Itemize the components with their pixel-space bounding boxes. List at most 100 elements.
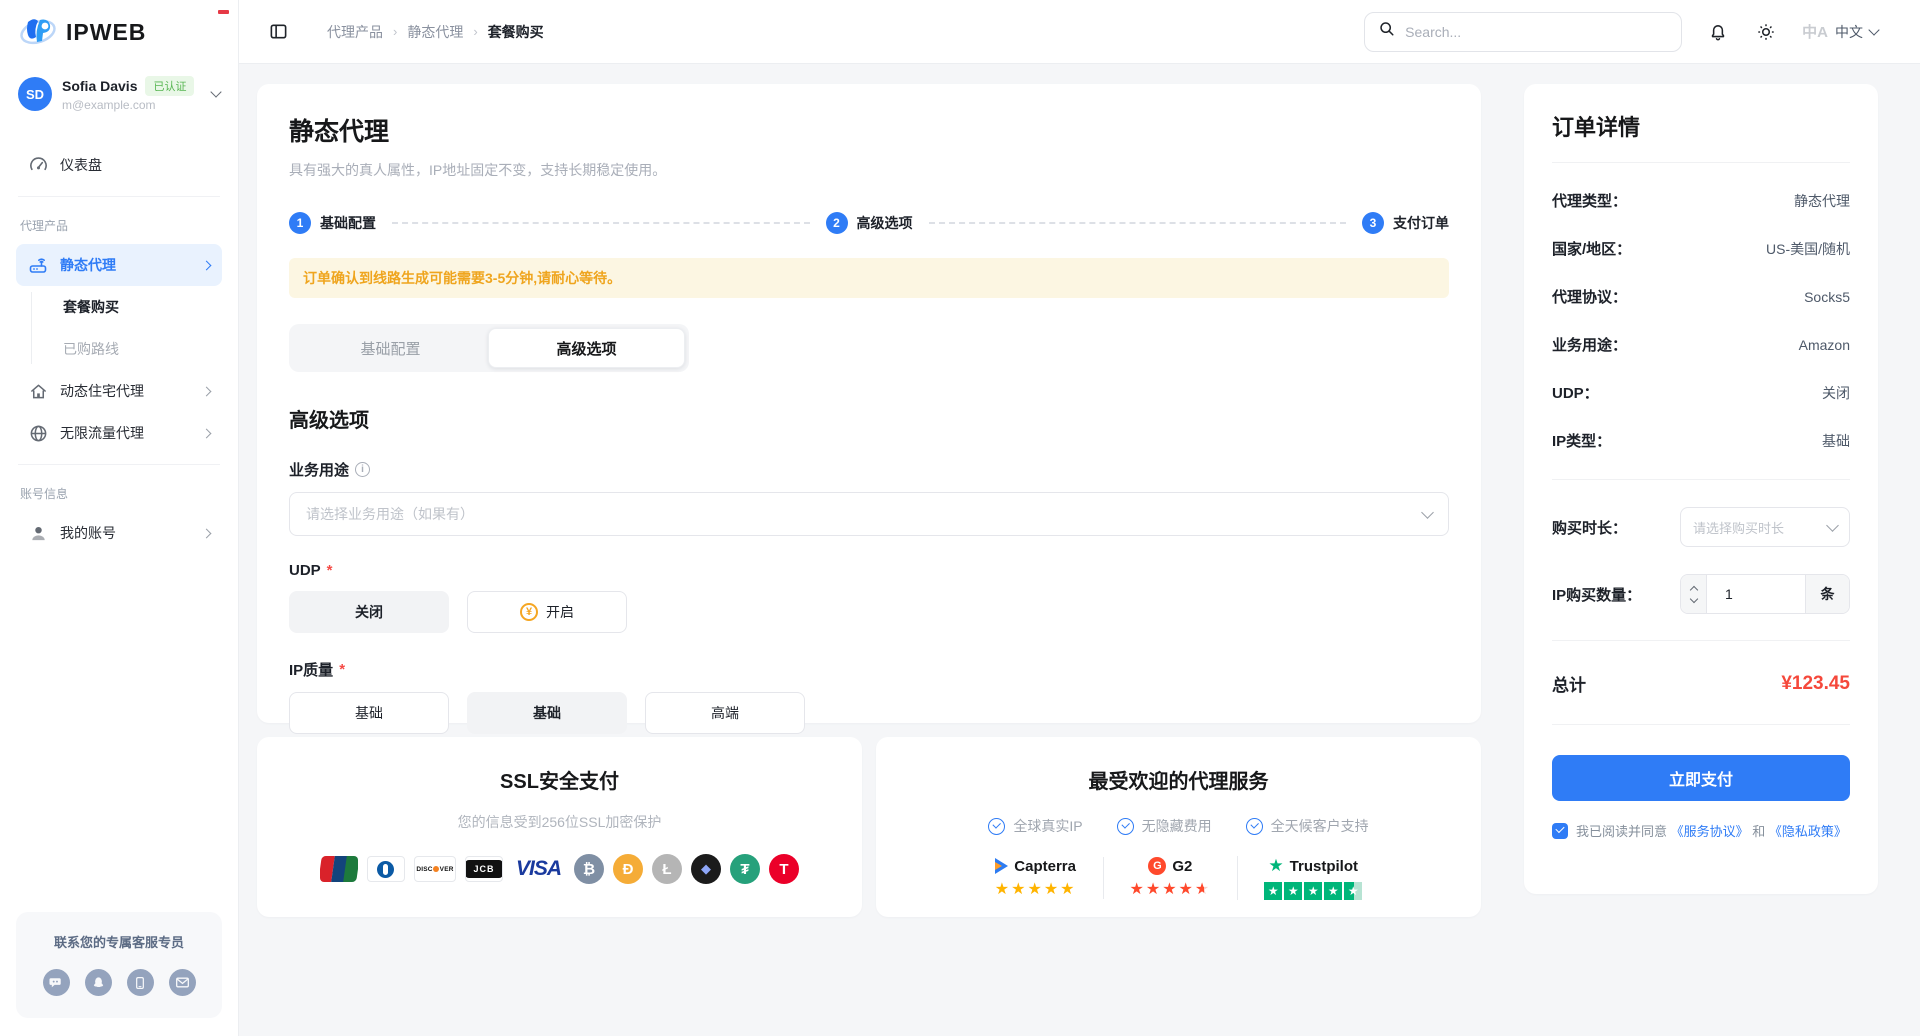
ethereum-icon: ◆ xyxy=(691,854,721,884)
feature-list: 全球真实IP 无隐藏费用 全天候客户支持 xyxy=(876,816,1481,836)
udp-on-button[interactable]: ¥ 开启 xyxy=(467,591,627,633)
trustpilot-icon: ★ xyxy=(1268,856,1283,876)
review-platforms: Capterra ★★★★★ G G2 ★★★★★ xyxy=(876,856,1481,900)
info-icon[interactable]: i xyxy=(355,462,370,477)
step-label: 基础配置 xyxy=(320,213,376,233)
chevron-down-icon xyxy=(1421,506,1434,519)
breadcrumb-item[interactable]: 代理产品 xyxy=(327,22,383,42)
step-connector xyxy=(392,222,810,224)
static-proxy-subnav: 套餐购买 已购路线 xyxy=(31,286,222,370)
sidebar-subitem-purchased-routes[interactable]: 已购路线 xyxy=(31,328,222,370)
agreement-text: 我已阅读并同意 《服务协议》 和 《隐私政策》 xyxy=(1576,821,1847,840)
visa-icon: VISA xyxy=(512,857,565,881)
ssl-payment-card: SSL安全支付 您的信息受到256位SSL加密保护 DISCVER JCB V xyxy=(257,737,862,917)
order-row-proxy-type: 代理类型： 静态代理 xyxy=(1552,190,1850,211)
sidebar-item-dynamic-proxy[interactable]: 动态住宅代理 xyxy=(16,370,222,412)
g2-rating: G G2 ★★★★★ xyxy=(1103,857,1238,899)
check-circle-icon xyxy=(1246,818,1263,835)
order-row-ip-type: IP类型： 基础 xyxy=(1552,430,1850,451)
app-root: IPWEB SD Sofia Davis 已认证 m@example.com xyxy=(0,0,1920,1036)
discover-icon: DISCVER xyxy=(414,856,456,882)
g2-icon: G xyxy=(1148,857,1166,875)
purchase-config-card: 静态代理 具有强大的真人属性，IP地址固定不变，支持长期稳定使用。 1 基础配置… xyxy=(257,84,1481,723)
business-purpose-select[interactable]: 请选择业务用途（如果有） xyxy=(289,492,1449,536)
ip-quality-basic-2-button[interactable]: 基础 xyxy=(467,692,627,734)
feature-no-hidden-fees: 无隐藏费用 xyxy=(1117,816,1212,836)
sidebar: IPWEB SD Sofia Davis 已认证 m@example.com xyxy=(0,0,239,1036)
sidebar-item-label: 动态住宅代理 xyxy=(60,381,191,401)
stepper-arrows[interactable] xyxy=(1681,575,1707,613)
home-icon xyxy=(28,381,48,401)
chevron-right-icon xyxy=(202,260,212,270)
check-circle-icon xyxy=(988,818,1005,835)
quantity-value[interactable]: 1 xyxy=(1707,575,1805,613)
sidebar-item-my-account[interactable]: 我的账号 xyxy=(16,512,222,554)
language-selector[interactable]: 中A 中文 xyxy=(1802,21,1878,42)
avatar: SD xyxy=(18,77,52,111)
qq-icon[interactable] xyxy=(85,969,112,996)
sidebar-item-dashboard[interactable]: 仪表盘 xyxy=(16,144,222,186)
tab-basic-config[interactable]: 基础配置 xyxy=(293,328,488,368)
agreement-checkbox[interactable] xyxy=(1552,823,1568,839)
tron-icon: T xyxy=(769,854,799,884)
main-area: 代理产品 › 静态代理 › 套餐购买 xyxy=(239,0,1920,1036)
breadcrumb-current: 套餐购买 xyxy=(488,22,544,42)
ip-quality-basic-1-button[interactable]: 基础 xyxy=(289,692,449,734)
user-menu[interactable]: SD Sofia Davis 已认证 m@example.com xyxy=(16,60,222,128)
tab-advanced-options[interactable]: 高级选项 xyxy=(488,328,685,368)
brand-name: IPWEB xyxy=(66,19,146,46)
order-row-business: 业务用途： Amazon xyxy=(1552,334,1850,355)
capterra-stars: ★★★★★ xyxy=(995,879,1077,899)
sidebar-item-unlimited-proxy[interactable]: 无限流量代理 xyxy=(16,412,222,454)
stepper-up-icon[interactable] xyxy=(1689,585,1697,593)
notifications-bell-icon[interactable] xyxy=(1706,20,1730,44)
mail-icon[interactable] xyxy=(169,969,196,996)
globe-icon xyxy=(28,423,48,443)
divider xyxy=(1552,640,1850,641)
step-number: 3 xyxy=(1362,212,1384,234)
chevron-down-icon xyxy=(1868,24,1879,35)
dai-icon: Đ xyxy=(613,854,643,884)
tether-icon: ₮ xyxy=(730,854,760,884)
sidebar-toggle-icon[interactable] xyxy=(269,22,289,42)
divider xyxy=(1552,479,1850,480)
breadcrumb-item[interactable]: 静态代理 xyxy=(407,22,463,42)
chevron-right-icon xyxy=(202,386,212,396)
verified-badge: 已认证 xyxy=(145,76,194,96)
section-title: 高级选项 xyxy=(289,404,1449,433)
sidebar-item-static-proxy[interactable]: 静态代理 xyxy=(16,244,222,286)
search-input[interactable] xyxy=(1405,24,1667,40)
sidebar-item-label: 无限流量代理 xyxy=(60,423,191,443)
order-notice-banner: 订单确认到线路生成可能需要3-5分钟,请耐心等待。 xyxy=(289,258,1449,298)
language-label: 中文 xyxy=(1835,22,1863,42)
order-row-country: 国家/地区： US-美国/随机 xyxy=(1552,238,1850,259)
ip-quality-premium-button[interactable]: 高端 xyxy=(645,692,805,734)
stepper-down-icon[interactable] xyxy=(1689,594,1697,602)
wechat-icon[interactable] xyxy=(43,969,70,996)
phone-icon[interactable] xyxy=(127,969,154,996)
sidebar-subitem-package-purchase[interactable]: 套餐购买 xyxy=(31,286,222,328)
contact-title: 联系您的专属客服专员 xyxy=(26,932,212,951)
reviews-card: 最受欢迎的代理服务 全球真实IP 无隐藏费用 xyxy=(876,737,1481,917)
g2-stars: ★★★★★ xyxy=(1130,879,1212,899)
terms-link[interactable]: 《服务协议》 xyxy=(1671,824,1749,839)
quantity-unit: 条 xyxy=(1805,575,1849,613)
search-box[interactable] xyxy=(1364,12,1682,52)
duration-select[interactable]: 请选择购买时长 xyxy=(1680,507,1850,547)
contact-support-card: 联系您的专属客服专员 xyxy=(16,912,222,1018)
quantity-stepper: 1 条 xyxy=(1680,574,1850,614)
diners-club-icon xyxy=(367,856,405,882)
privacy-link[interactable]: 《隐私政策》 xyxy=(1769,824,1847,839)
brand-logo[interactable]: IPWEB xyxy=(16,0,222,60)
step-advanced-options: 2 高级选项 xyxy=(826,212,913,234)
sidebar-divider xyxy=(18,464,220,465)
brand-logo-icon xyxy=(18,14,58,50)
udp-off-button[interactable]: 关闭 xyxy=(289,591,449,633)
step-label: 支付订单 xyxy=(1393,213,1449,233)
gauge-icon xyxy=(28,155,48,175)
pay-now-button[interactable]: 立即支付 xyxy=(1552,755,1850,801)
trustpilot-rating: ★ Trustpilot ★ ★ ★ ★ ★ xyxy=(1237,856,1388,900)
ssl-card-title: SSL安全支付 xyxy=(257,765,862,794)
user-icon xyxy=(28,523,48,543)
theme-toggle-sun-icon[interactable] xyxy=(1754,20,1778,44)
